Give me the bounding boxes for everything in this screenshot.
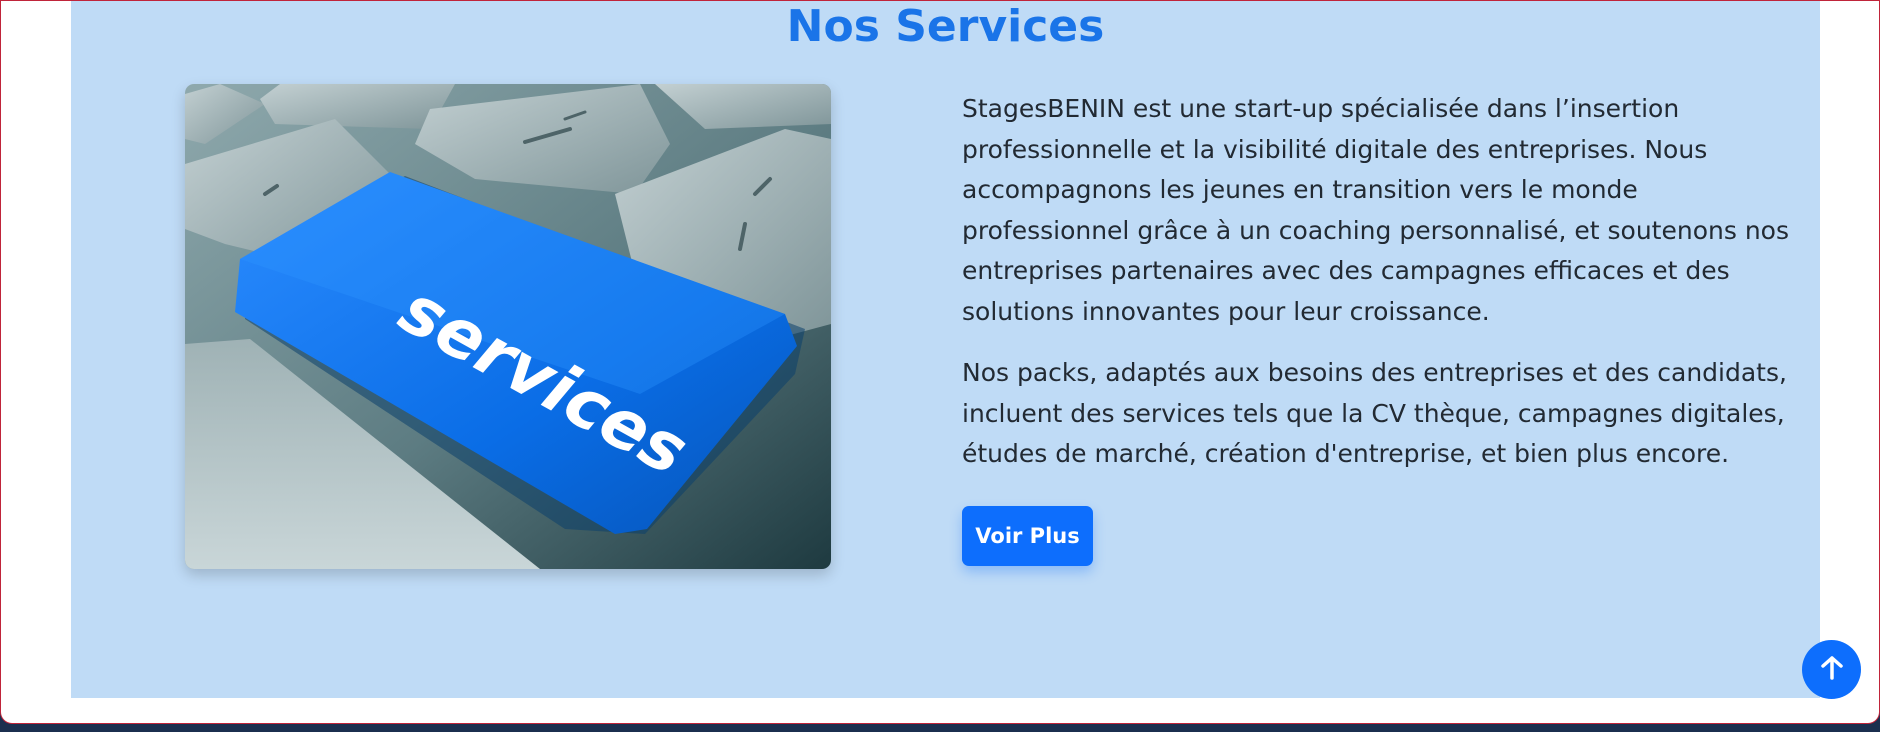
arrow-up-icon [1820, 656, 1843, 683]
services-image: services [185, 84, 831, 569]
section-title: Nos Services [786, 1, 1105, 52]
voir-plus-button[interactable]: Voir Plus [962, 506, 1093, 566]
page-frame: Nos Services services StagesBENIN est un… [0, 0, 1880, 724]
services-paragraph-2: Nos packs, adaptés aux besoins des entre… [962, 358, 1787, 468]
services-section: Nos Services services StagesBENIN est un… [71, 1, 1820, 698]
services-paragraph-1: StagesBENIN est une start-up spécialisée… [962, 94, 1789, 326]
services-description: StagesBENIN est une start-up spécialisée… [962, 89, 1802, 496]
back-to-top-button[interactable] [1802, 640, 1861, 699]
